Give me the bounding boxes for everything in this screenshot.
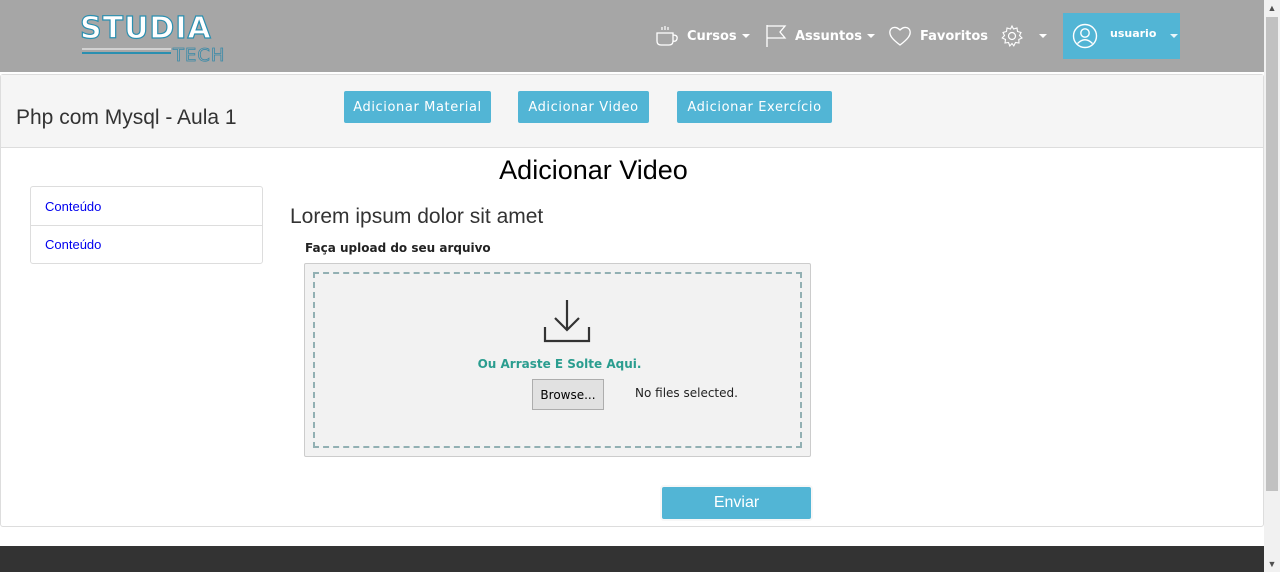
drop-hint-text: Ou Arraste E Solte Aqui.: [477, 357, 642, 371]
chevron-down-icon: [1170, 34, 1179, 38]
flag-icon: [766, 25, 787, 47]
nav-cursos-label: Cursos: [687, 28, 737, 44]
chevron-down-icon: [741, 34, 750, 38]
logo-subtext: TECH: [172, 45, 225, 64]
upload-label: Faça upload do seu arquivo: [305, 241, 491, 255]
coffee-cup-icon: [656, 26, 678, 46]
scroll-thumb[interactable]: [1266, 17, 1278, 491]
panel-header: Php com Mysql - Aula 1 Adicionar Materia…: [1, 75, 1263, 148]
sidebar: Conteúdo Conteúdo: [30, 186, 263, 264]
section-title: Adicionar Video: [499, 155, 688, 185]
submit-button[interactable]: Enviar: [662, 487, 811, 519]
studia-tech-logo[interactable]: STUDIA TECH: [78, 8, 238, 66]
content-subtitle: Lorem ipsum dolor sit amet: [290, 205, 544, 228]
dropzone-dashed-area[interactable]: Ou Arraste E Solte Aqui. Browse... No fi…: [313, 272, 802, 448]
nav-settings[interactable]: [1000, 22, 1047, 50]
user-circle-icon: [1072, 23, 1098, 49]
add-video-button[interactable]: Adicionar Video: [518, 91, 649, 123]
page-title: Php com Mysql - Aula 1: [16, 106, 237, 129]
nav-favoritos[interactable]: Favoritos: [888, 22, 988, 50]
scroll-up-arrow-icon[interactable]: ▲: [1264, 0, 1280, 16]
nav-assuntos-label: Assuntos: [795, 28, 862, 44]
chevron-down-icon: [1039, 34, 1047, 38]
content-panel: Php com Mysql - Aula 1 Adicionar Materia…: [0, 74, 1264, 527]
nav-favoritos-label: Favoritos: [920, 28, 989, 44]
scroll-down-arrow-icon[interactable]: ▼: [1264, 556, 1280, 572]
nav-assuntos[interactable]: Assuntos: [765, 22, 875, 50]
user-menu-button[interactable]: usuario: [1063, 13, 1180, 59]
logo-image: STUDIA TECH: [79, 10, 225, 66]
sidebar-item-conteudo[interactable]: Conteúdo: [31, 187, 262, 225]
scrollbar[interactable]: ▲ ▼: [1264, 0, 1280, 572]
gear-icon: [1001, 24, 1023, 48]
sidebar-item-conteudo[interactable]: Conteúdo: [31, 225, 262, 263]
file-dropzone[interactable]: Ou Arraste E Solte Aqui. Browse... No fi…: [304, 263, 811, 457]
add-material-button[interactable]: Adicionar Material: [344, 91, 491, 123]
heart-icon: [889, 26, 911, 46]
chevron-down-icon: [866, 34, 875, 38]
browse-button[interactable]: Browse...: [532, 379, 604, 410]
footer: [0, 546, 1264, 572]
user-name: usuario: [1110, 26, 1157, 40]
add-exercise-button[interactable]: Adicionar Exercício: [677, 91, 832, 123]
download-arrow-icon: [543, 300, 591, 343]
logo-text: STUDIA: [80, 11, 212, 46]
file-status-text: No files selected.: [635, 386, 738, 400]
nav-cursos[interactable]: Cursos: [655, 22, 750, 50]
top-navbar: STUDIA TECH Cursos Assuntos Favoritos us…: [0, 0, 1264, 72]
